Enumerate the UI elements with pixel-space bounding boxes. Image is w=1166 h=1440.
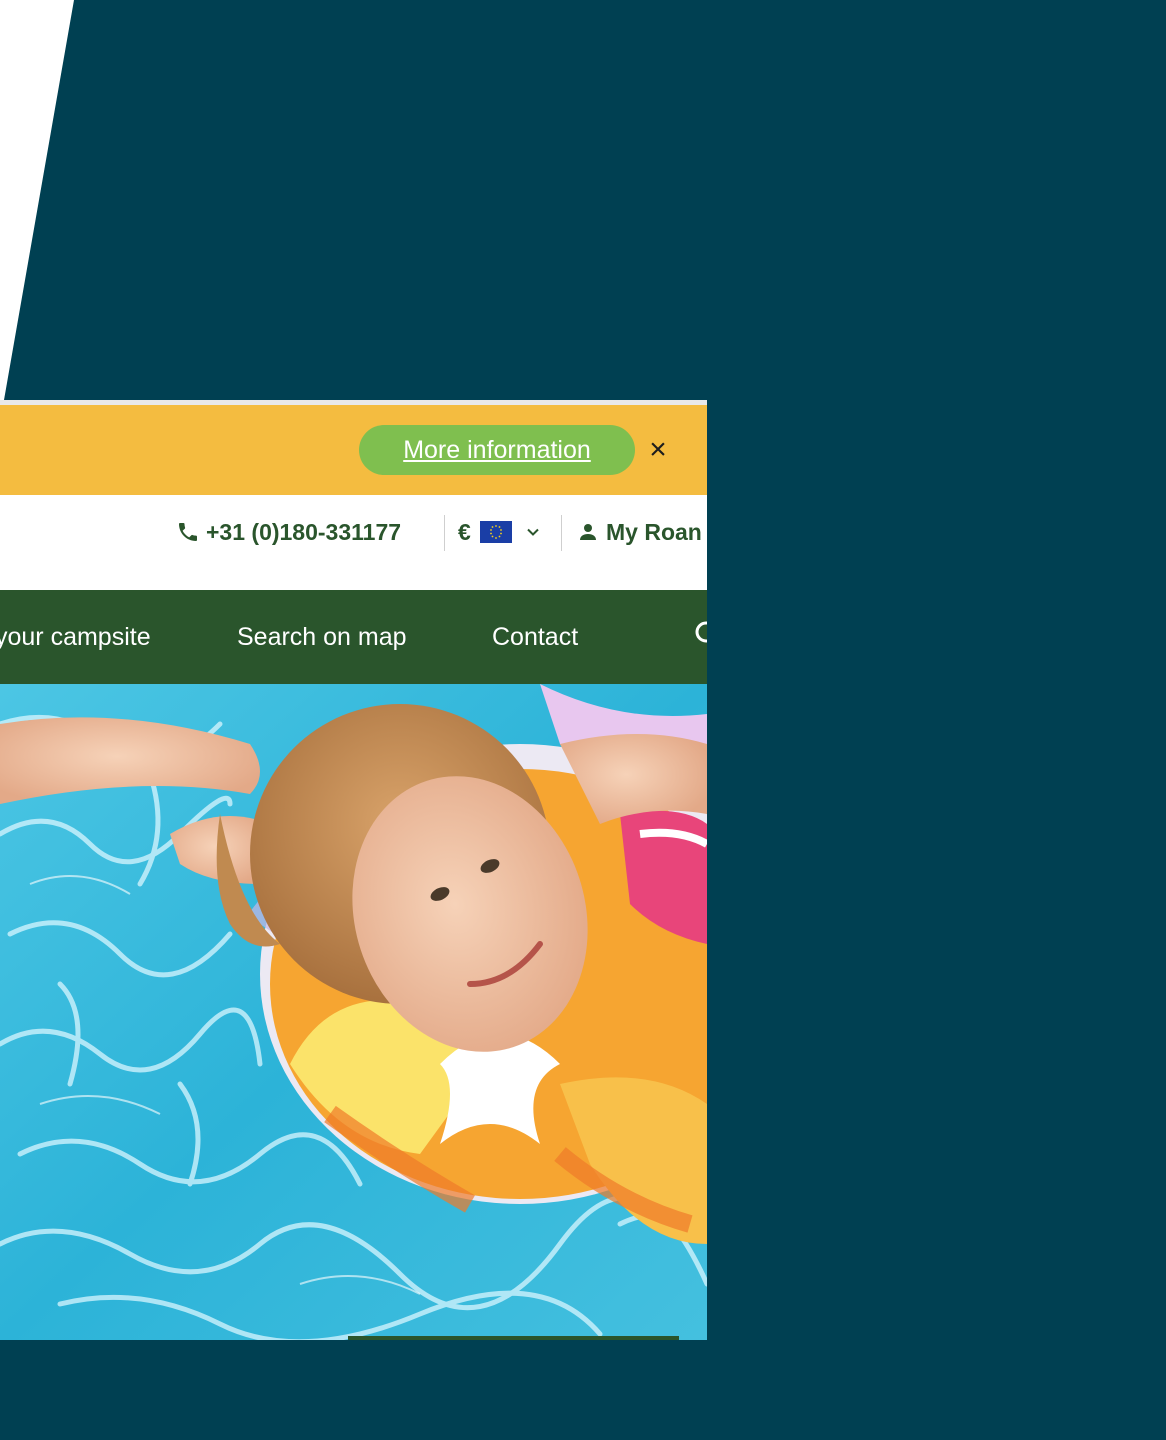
- decorative-wedge: [0, 0, 74, 400]
- utility-bar: +31 (0)180-331177 € My Roan: [0, 495, 707, 590]
- search-icon[interactable]: [694, 620, 707, 650]
- phone-number: +31 (0)180-331177: [206, 518, 402, 545]
- hero-image: [0, 684, 707, 1340]
- website-screenshot: More information × +31 (0)180-331177 € M…: [0, 400, 707, 1340]
- nav-item-your-campsite[interactable]: your campsite: [0, 590, 151, 684]
- pool-photo: [0, 684, 707, 1340]
- divider: [444, 515, 445, 551]
- phone-link[interactable]: +31 (0)180-331177: [176, 515, 401, 549]
- eu-flag-icon: [479, 521, 512, 543]
- notification-bar: More information ×: [0, 400, 707, 495]
- page-background: More information × +31 (0)180-331177 € M…: [0, 0, 1166, 1440]
- nav-item-search-on-map[interactable]: Search on map: [237, 590, 407, 684]
- close-icon[interactable]: ×: [645, 435, 671, 465]
- phone-icon: [179, 523, 197, 541]
- my-account-label: My Roan: [606, 518, 702, 545]
- my-account-link[interactable]: My Roan: [578, 515, 702, 549]
- hero-accent-bar: [348, 1336, 679, 1340]
- currency-symbol: €: [458, 518, 471, 545]
- chevron-down-icon: [527, 528, 539, 536]
- main-navigation: your campsite Search on map Contact: [0, 590, 707, 684]
- more-information-button[interactable]: More information: [359, 425, 635, 475]
- nav-item-contact[interactable]: Contact: [492, 590, 578, 684]
- divider: [561, 515, 562, 551]
- user-icon: [580, 524, 596, 540]
- currency-selector[interactable]: €: [458, 515, 540, 549]
